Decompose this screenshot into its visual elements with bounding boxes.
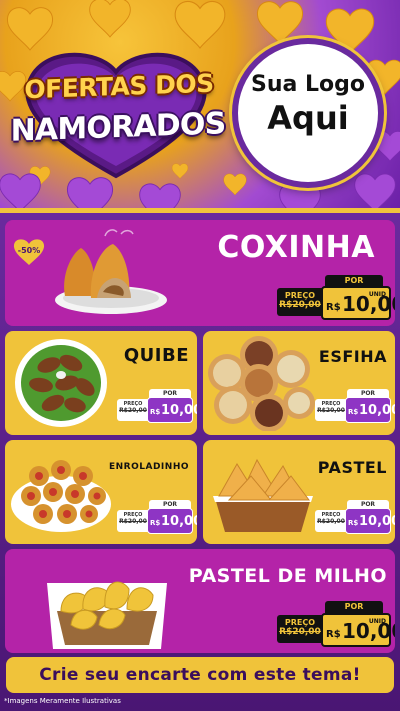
product-name: QUIBE [123, 345, 189, 366]
discount-text: -50% [17, 246, 41, 255]
currency: R$ [348, 519, 359, 527]
unit-label: UNID [368, 291, 386, 298]
old-price-value: R$20,00 [317, 407, 345, 414]
product-card-enroladinho[interactable]: ENROLADINHO POR PREÇO R$20,00 R$ 10,00 [5, 440, 197, 544]
product-name: PASTEL DE MILHO [188, 565, 387, 587]
old-price-value: R$20,00 [279, 300, 321, 310]
product-name: PASTEL [317, 458, 387, 477]
currency: R$ [150, 519, 161, 527]
currency: R$ [150, 408, 161, 416]
new-price-value: 10,00 [161, 403, 197, 418]
cta-text: Crie seu encarte com este tema! [39, 665, 361, 685]
old-price: PREÇO R$20,00 [277, 615, 323, 643]
coxinha-image [55, 229, 167, 314]
product-card-quibe[interactable]: QUIBE POR PREÇO R$20,00 R$ 10,00 [5, 331, 197, 435]
pastel-image [213, 458, 313, 532]
old-price: PREÇO R$20,00 [315, 399, 347, 421]
title-block: OFERTAS DOS NAMORADOS [8, 52, 225, 180]
old-price: PREÇO R$20,00 [117, 510, 149, 532]
new-price: R$ 10,00 UNID [321, 286, 395, 320]
discount-badge: -50% [13, 238, 45, 266]
new-price: R$ 10,00 [345, 397, 395, 423]
logo-placeholder: Sua Logo Aqui [232, 38, 384, 188]
product-name: ENROLADINHO [109, 462, 189, 472]
enroladinho-image [11, 460, 111, 532]
logo-text-line-2: Aqui [267, 99, 349, 137]
new-price-value: 10,00 [359, 514, 395, 529]
old-price-value: R$20,00 [279, 627, 321, 637]
currency: R$ [348, 408, 359, 416]
product-card-pastel[interactable]: PASTEL POR PREÇO R$20,00 R$ 10,00 [203, 440, 395, 544]
unit-label: UNID [368, 618, 386, 625]
old-price-label: PREÇO [284, 291, 316, 300]
header-banner: OFERTAS DOS NAMORADOS Sua Logo Aqui [0, 0, 400, 212]
logo-text-line-1: Sua Logo [250, 72, 365, 97]
product-card-pastel-de-milho[interactable]: PASTEL DE MILHO POR PREÇO R$20,00 R$ 10,… [5, 549, 395, 653]
old-price: PREÇO R$20,00 [117, 399, 149, 421]
old-price: PREÇO R$20,00 [277, 288, 323, 316]
pastel-de-milho-image [47, 581, 167, 649]
product-card-esfiha[interactable]: ESFIHA POR PREÇO R$20,00 R$ 10,00 [203, 331, 395, 435]
currency: R$ [326, 629, 341, 640]
esfiha-image [208, 336, 315, 431]
quibe-image [15, 339, 107, 427]
product-name: COXINHA [217, 230, 375, 265]
currency: R$ [326, 302, 341, 313]
new-price: R$ 10,00 [345, 508, 395, 534]
old-price-value: R$20,00 [119, 518, 147, 525]
new-price-value: 10,00 [359, 403, 395, 418]
old-price: PREÇO R$20,00 [315, 510, 347, 532]
old-price-label: PREÇO [284, 618, 316, 627]
new-price-value: 10,00 [161, 514, 197, 529]
new-price: R$ 10,00 [147, 508, 197, 534]
featured-card-coxinha[interactable]: -50% COXINHA POR PREÇO R$20,00 R$ 10,00 … [5, 220, 395, 326]
product-name: ESFIHA [318, 347, 387, 366]
cta-banner[interactable]: Crie seu encarte com este tema! [6, 657, 394, 693]
old-price-value: R$20,00 [119, 407, 147, 414]
new-price: R$ 10,00 UNID [321, 613, 395, 647]
old-price-value: R$20,00 [317, 518, 345, 525]
disclaimer: *Imagens Meramente Ilustrativas [4, 697, 121, 705]
new-price: R$ 10,00 [147, 397, 197, 423]
por-label: POR [325, 601, 383, 613]
